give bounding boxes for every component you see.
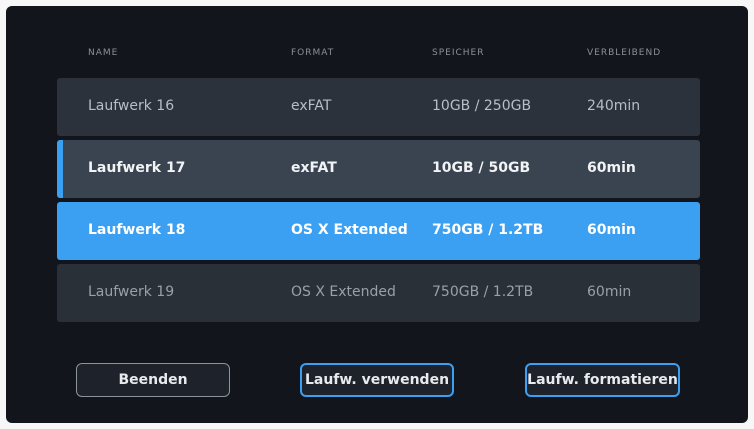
drive-row-19[interactable]: Laufwerk 19 OS X Extended 750GB / 1.2TB … xyxy=(57,264,700,322)
drive-format: OS X Extended xyxy=(291,222,408,238)
drive-storage: 10GB / 250GB xyxy=(432,98,532,114)
drive-name: Laufwerk 17 xyxy=(88,160,186,176)
drive-storage: 750GB / 1.2TB xyxy=(432,284,534,300)
drive-row-18[interactable]: Laufwerk 18 OS X Extended 750GB / 1.2TB … xyxy=(57,202,700,260)
drive-storage: 10GB / 50GB xyxy=(432,160,531,176)
use-drive-button[interactable]: Laufw. verwenden xyxy=(300,363,454,397)
drive-format: OS X Extended xyxy=(291,284,396,300)
quit-button[interactable]: Beenden xyxy=(76,363,230,397)
column-header-format: FORMAT xyxy=(291,48,335,58)
drive-name: Laufwerk 19 xyxy=(88,284,175,300)
drive-row-17[interactable]: Laufwerk 17 exFAT 10GB / 50GB 60min xyxy=(57,140,700,198)
drive-row-16[interactable]: Laufwerk 16 exFAT 10GB / 250GB 240min xyxy=(57,78,700,136)
drive-selection-screen: NAME FORMAT SPEICHER VERBLEIBEND Laufwer… xyxy=(6,6,748,423)
drive-format: exFAT xyxy=(291,160,337,176)
drive-format: exFAT xyxy=(291,98,332,114)
column-header-storage: SPEICHER xyxy=(432,48,485,58)
selection-marker xyxy=(57,140,63,198)
table-header: NAME FORMAT SPEICHER VERBLEIBEND xyxy=(6,48,748,66)
column-header-name: NAME xyxy=(88,48,119,58)
drive-remaining: 60min xyxy=(587,160,636,176)
drive-remaining: 60min xyxy=(587,222,636,238)
drive-remaining: 240min xyxy=(587,98,641,114)
column-header-remaining: VERBLEIBEND xyxy=(587,48,662,58)
drive-storage: 750GB / 1.2TB xyxy=(432,222,544,238)
drive-name: Laufwerk 18 xyxy=(88,222,186,238)
drive-name: Laufwerk 16 xyxy=(88,98,175,114)
format-drive-button[interactable]: Laufw. formatieren xyxy=(525,363,680,397)
drive-remaining: 60min xyxy=(587,284,632,300)
